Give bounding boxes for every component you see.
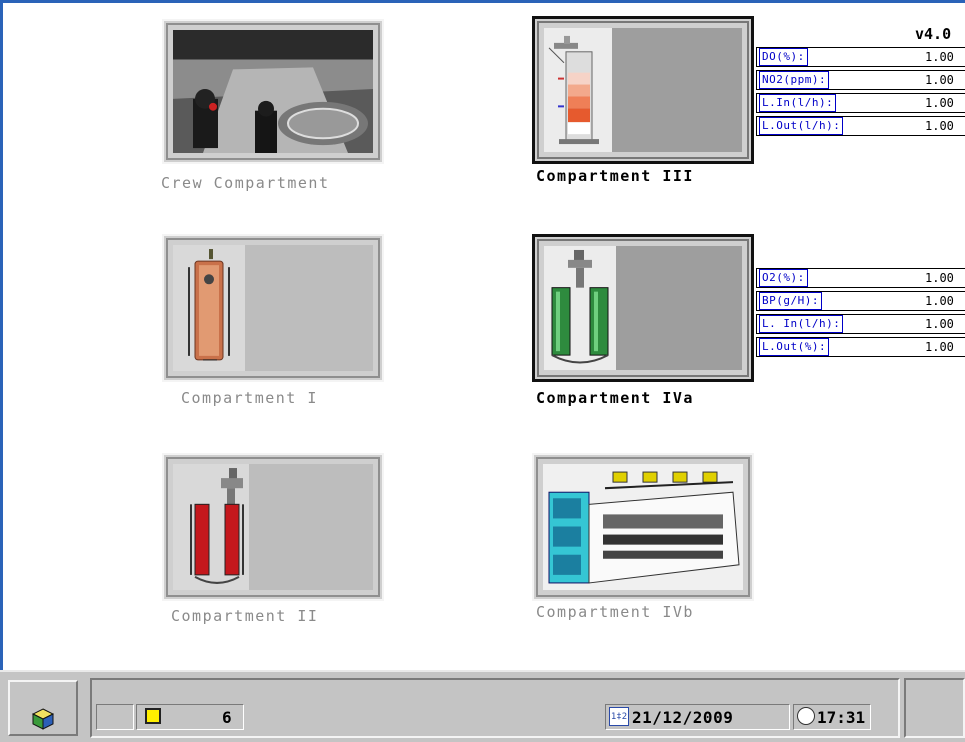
compartment-i-label: Compartment I bbox=[181, 389, 318, 407]
readout-l-in-value: 1.00 bbox=[925, 96, 954, 110]
readout-liquid-in-value: 1.00 bbox=[925, 317, 954, 331]
crew-compartment-label: Crew Compartment bbox=[161, 174, 330, 192]
main-window: Crew Compartment Compartment III v4.0 DO… bbox=[0, 0, 965, 670]
readout-do: DO(%): 1.00 bbox=[756, 47, 965, 67]
readout-no2: NO2(ppm): 1.00 bbox=[756, 70, 965, 90]
compartment-ii-label: Compartment II bbox=[171, 607, 319, 625]
readout-l-in: L.In(l/h): 1.00 bbox=[756, 93, 965, 113]
compartment-iii-readouts: DO(%): 1.00 NO2(ppm): 1.00 L.In(l/h): 1.… bbox=[756, 47, 965, 139]
readout-o2-value: 1.00 bbox=[925, 271, 954, 285]
readout-l-out-label: L.Out(l/h): bbox=[759, 117, 844, 135]
compartment-i-image bbox=[173, 245, 245, 371]
date-display: 21/12/2009 bbox=[632, 708, 734, 727]
readout-no2-value: 1.00 bbox=[925, 73, 954, 87]
compartment-ii-image bbox=[173, 464, 249, 590]
readout-l-in-label: L.In(l/h): bbox=[759, 94, 837, 112]
crew-compartment-image bbox=[173, 30, 373, 153]
readout-liquid-out: L.Out(%): 1.00 bbox=[756, 337, 965, 357]
taskbar-side-panel bbox=[904, 678, 965, 738]
readout-liquid-in-label: L. In(l/h): bbox=[759, 315, 844, 333]
cube-icon bbox=[32, 708, 54, 730]
note-icon bbox=[145, 708, 161, 724]
readout-o2-label: O2(%): bbox=[759, 269, 808, 287]
compartment-ivb-tile[interactable] bbox=[532, 453, 754, 601]
compartment-ivb-label: Compartment IVb bbox=[536, 603, 694, 621]
compartment-iva-image bbox=[544, 246, 616, 370]
compartment-iii-label[interactable]: Compartment III bbox=[536, 167, 694, 185]
readout-do-value: 1.00 bbox=[925, 50, 954, 64]
compartment-iii-image bbox=[544, 28, 612, 152]
compartment-iii-tile[interactable] bbox=[532, 16, 754, 164]
crew-compartment-tile[interactable] bbox=[162, 19, 384, 164]
readout-no2-label: NO2(ppm): bbox=[759, 71, 830, 89]
compartment-ivb-image bbox=[543, 464, 743, 590]
readout-o2: O2(%): 1.00 bbox=[756, 268, 965, 288]
readout-bp-label: BP(g/H): bbox=[759, 292, 822, 310]
readout-do-label: DO(%): bbox=[759, 48, 808, 66]
clock-icon bbox=[797, 707, 815, 725]
compartment-ii-tile[interactable] bbox=[162, 453, 384, 601]
time-display: 17:31 bbox=[817, 708, 866, 727]
readout-bp: BP(g/H): 1.00 bbox=[756, 291, 965, 311]
compartment-iva-label[interactable]: Compartment IVa bbox=[536, 389, 694, 407]
taskbar-slot[interactable] bbox=[96, 704, 134, 730]
taskbar: 6 1‡2 21/12/2009 17:31 bbox=[0, 670, 965, 742]
calendar-icon: 1‡2 bbox=[609, 707, 629, 726]
version-label: v4.0 bbox=[915, 25, 952, 43]
readout-l-out-value: 1.00 bbox=[925, 119, 954, 133]
compartment-i-tile[interactable] bbox=[162, 234, 384, 382]
readout-liquid-out-label: L.Out(%): bbox=[759, 338, 830, 356]
readout-bp-value: 1.00 bbox=[925, 294, 954, 308]
readout-liquid-in: L. In(l/h): 1.00 bbox=[756, 314, 965, 334]
compartment-iva-tile[interactable] bbox=[532, 234, 754, 382]
readout-l-out: L.Out(l/h): 1.00 bbox=[756, 116, 965, 136]
compartment-iva-readouts: O2(%): 1.00 BP(g/H): 1.00 L. In(l/h): 1.… bbox=[756, 268, 965, 360]
notification-count: 6 bbox=[222, 708, 232, 727]
start-button[interactable] bbox=[8, 680, 78, 736]
readout-liquid-out-value: 1.00 bbox=[925, 340, 954, 354]
